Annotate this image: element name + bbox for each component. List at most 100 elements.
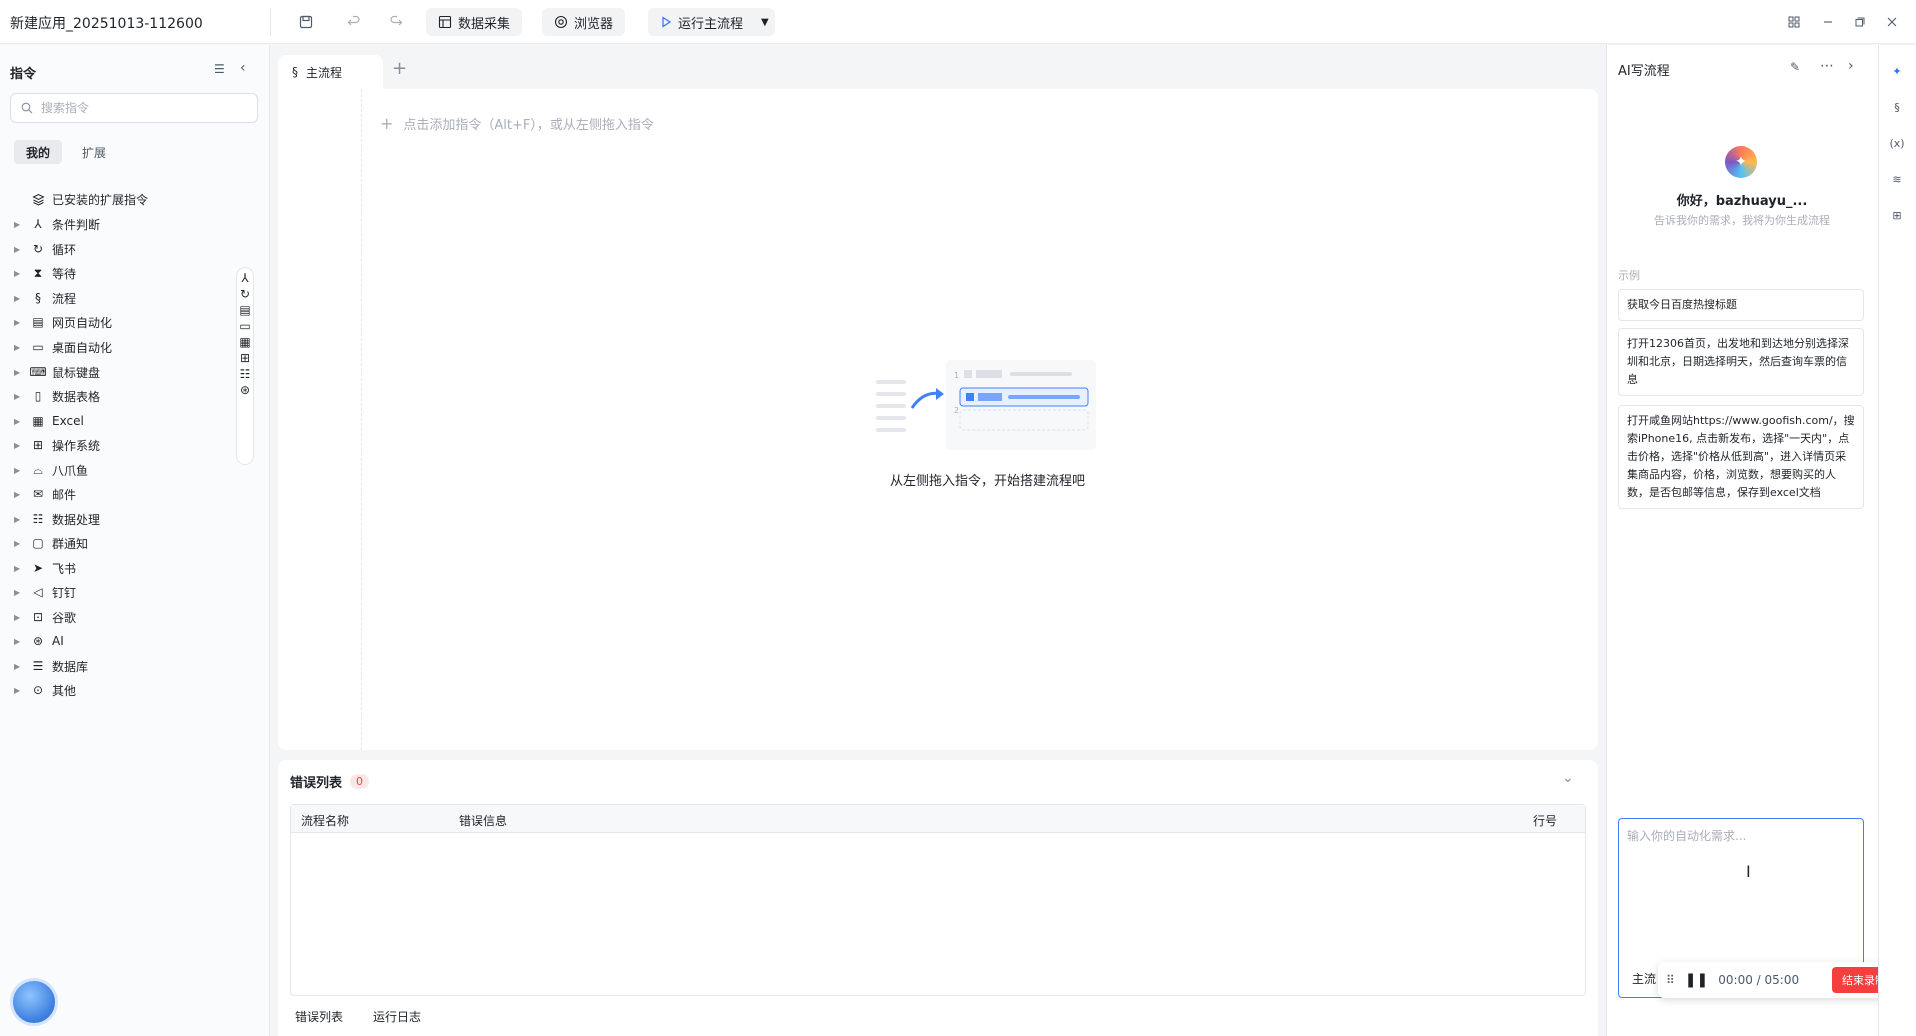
data-collect-label: 数据采集 [458, 16, 511, 32]
branch-icon[interactable]: ⅄ [240, 271, 250, 285]
empty-state-text: 从左侧拖入指令，开始搭建流程吧 [889, 474, 1085, 489]
sidebar-item-label: 其他 [52, 683, 77, 698]
ai-sparkle-icon[interactable]: ✦ [1888, 62, 1906, 80]
close-panel-chevron-right-icon[interactable]: › [1848, 58, 1854, 74]
example-prompt-card[interactable]: 打开12306首页，出发地和到达地分别选择深圳和北京，日期选择明天，然后查询车票… [1618, 328, 1864, 396]
apps-icon[interactable]: ⊞ [1888, 206, 1906, 224]
installed-extensions-item[interactable]: 已安装的扩展指令 [14, 185, 234, 213]
flow-icon: § [35, 291, 41, 305]
example-prompt-card[interactable]: 打开咸鱼网站https://www.goofish.com/，搜索iPhone1… [1618, 405, 1864, 509]
browser-button[interactable]: 浏览器 [542, 8, 626, 36]
chat-icon: ▢ [32, 536, 44, 550]
data-collect-button[interactable]: 数据采集 [426, 8, 523, 36]
loop-icon[interactable]: ↻ [240, 287, 250, 301]
command-search-input[interactable] [41, 101, 241, 115]
hourglass-icon: ⧗ [33, 265, 43, 280]
sidebar-item-desktop-automation[interactable]: ▶ ▭ 桌面自动化 [14, 333, 234, 361]
sidebar-item-dingtalk[interactable]: ▶ ◁ 钉钉 [14, 578, 234, 606]
tab-error-list[interactable]: 错误列表 [295, 1008, 343, 1025]
web-window-icon[interactable]: ▤ [239, 303, 250, 317]
clear-broom-icon[interactable]: ✎ [1790, 60, 1800, 74]
sidebar-item-other[interactable]: ▶ ⊙ 其他 [14, 676, 234, 704]
minimize-icon[interactable] [1814, 8, 1842, 36]
ai-prompt-input[interactable] [1619, 819, 1863, 939]
sidebar-item-mail[interactable]: ▶ ✉ 邮件 [14, 480, 234, 508]
assistant-orb-icon[interactable] [10, 978, 58, 1026]
sidebar-item-label: 数据库 [52, 659, 89, 674]
save-icon[interactable] [292, 8, 320, 36]
sidebar-item-group-notify[interactable]: ▶ ▢ 群通知 [14, 529, 234, 557]
right-tool-rail [1878, 45, 1916, 1036]
error-list-title-text: 错误列表 [290, 776, 343, 791]
collapse-panel-chevron-left-icon[interactable]: ‹ [240, 60, 246, 76]
close-icon[interactable] [1878, 8, 1906, 36]
search-icon [21, 102, 33, 114]
data-processing-icon[interactable]: ☷ [240, 367, 251, 381]
run-options-chevron-down-icon[interactable]: ▼ [761, 17, 769, 28]
flow-icon: § [292, 65, 298, 79]
dingtalk-icon: ◁ [33, 585, 43, 599]
command-panel: 指令 ☰ ‹ 我的 扩展 已安装的扩展指令 ▶⅄条件判断 ▶↻循环 ▶⧗等待 ▶… [0, 45, 270, 1036]
add-tab-plus-icon[interactable]: + [392, 58, 407, 79]
drag-handle-icon[interactable]: ⠿ [1666, 973, 1675, 987]
sidebar-item-web-automation[interactable]: ▶ ▤ 网页自动化 [14, 308, 234, 336]
tab-run-log[interactable]: 运行日志 [373, 1008, 421, 1025]
sidebar-item-wait[interactable]: ▶ ⧗ 等待 [14, 259, 234, 287]
bottom-tabs: 错误列表 运行日志 [295, 1008, 421, 1025]
monitor-icon: ▭ [32, 340, 44, 354]
ai-mode-label: 主流 [1632, 972, 1657, 986]
more-options-icon[interactable]: ⋯ [1820, 58, 1834, 74]
command-search-box[interactable] [10, 93, 258, 123]
add-command-hint-text: 点击添加指令（Alt+F），或从左侧拖入指令 [403, 118, 654, 133]
tab-mine[interactable]: 我的 [14, 140, 63, 164]
example-prompt-card[interactable]: 获取今日百度热搜标题 [1618, 289, 1864, 321]
collapse-panel-chevron-down-icon[interactable]: ⌄ [1562, 770, 1574, 786]
data-processing-icon: ☷ [32, 512, 44, 526]
layers-icon[interactable]: ≋ [1888, 170, 1906, 188]
error-count-badge: 0 [350, 774, 370, 789]
sidebar-item-label: 鼠标键盘 [52, 365, 101, 380]
redo-icon[interactable] [382, 8, 410, 36]
sidebar-item-ai[interactable]: ▶ ⊛ AI [14, 627, 234, 655]
excel-icon[interactable]: ▦ [239, 335, 250, 349]
undo-icon[interactable] [340, 8, 368, 36]
sort-list-icon[interactable]: ☰ [214, 62, 225, 76]
ai-panel-title: AI写流程 [1618, 64, 1670, 79]
column-header: 行号 [1533, 814, 1558, 828]
browser-label: 浏览器 [574, 16, 614, 32]
restore-icon[interactable] [1846, 8, 1874, 36]
variable-icon[interactable]: (x) [1888, 134, 1906, 152]
monitor-icon[interactable]: ▭ [239, 319, 250, 333]
column-header: 流程名称 [301, 814, 350, 828]
quick-category-rail: ⅄ ↻ ▤ ▭ ▦ ⊞ ☷ ⊛ [236, 267, 254, 465]
paper-plane-icon: ➤ [32, 561, 44, 575]
sidebar-item-label: Excel [52, 414, 84, 428]
ai-subtitle: 告诉我你的需求，我将为你生成流程 [1654, 214, 1830, 227]
tab-main-flow-label: 主流程 [306, 65, 343, 80]
sidebar-item-label: 桌面自动化 [52, 340, 113, 355]
examples-label: 示例 [1618, 269, 1640, 282]
google-icon: ⊡ [32, 610, 44, 624]
run-main-flow-button[interactable]: 运行主流程 ▼ [648, 8, 775, 36]
flow-tab-strip [278, 53, 1598, 89]
layout-grid-icon[interactable] [1780, 8, 1808, 36]
ai-chip-icon[interactable]: ⊛ [240, 383, 250, 397]
error-list-title: 错误列表 0 [290, 772, 370, 791]
sidebar-item-os[interactable]: ▶ ⊞ 操作系统 [14, 431, 234, 459]
pause-icon[interactable]: ❚❚ [1685, 972, 1708, 988]
empty-art-row-number: 1 [954, 371, 959, 380]
tab-extensions[interactable]: 扩展 [70, 140, 118, 164]
tab-main-flow[interactable]: § 主流程 [278, 55, 383, 89]
grid-icon[interactable]: ⊞ [240, 351, 250, 365]
sidebar-item-data-table[interactable]: ▶ ▯ 数据表格 [14, 382, 234, 410]
installed-extensions-label: 已安装的扩展指令 [52, 192, 149, 207]
flow-icon[interactable]: § [1888, 98, 1906, 116]
sidebar-item-label: 条件判断 [52, 217, 101, 232]
add-command-hint[interactable]: + 点击添加指令（Alt+F），或从左侧拖入指令 [380, 114, 654, 133]
text-cursor-icon: I [1746, 862, 1751, 881]
database-icon: ☰ [32, 659, 44, 673]
column-header: 错误信息 [459, 814, 508, 828]
sidebar-item-label: 钉钉 [52, 585, 77, 600]
sidebar-item-condition[interactable]: ▶ ⅄ 条件判断 [14, 210, 234, 238]
layers-icon [30, 191, 46, 207]
